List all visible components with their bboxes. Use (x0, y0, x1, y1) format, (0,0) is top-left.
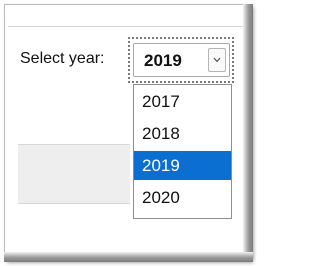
dropdown-toggle-button[interactable] (208, 48, 226, 72)
grey-band (18, 145, 130, 203)
year-dropdown-list: 2017 2018 2019 2020 (133, 84, 232, 219)
year-label: Select year: (20, 50, 105, 67)
year-option-2017[interactable]: 2017 (134, 87, 231, 116)
year-option-2019[interactable]: 2019 (134, 151, 231, 180)
frame-right-bevel (243, 4, 253, 262)
year-select[interactable]: 2019 (133, 43, 230, 77)
screenshot-stage: Select year: 2019 2017 2018 2019 2020 (0, 0, 257, 266)
frame-bottom-bevel (4, 252, 253, 262)
year-option-2020[interactable]: 2020 (134, 183, 231, 212)
year-select-value: 2019 (144, 51, 182, 70)
year-option-2018[interactable]: 2018 (134, 119, 231, 148)
band-bottom-divider (18, 203, 130, 204)
top-divider (8, 26, 243, 27)
chevron-down-icon (213, 57, 221, 63)
